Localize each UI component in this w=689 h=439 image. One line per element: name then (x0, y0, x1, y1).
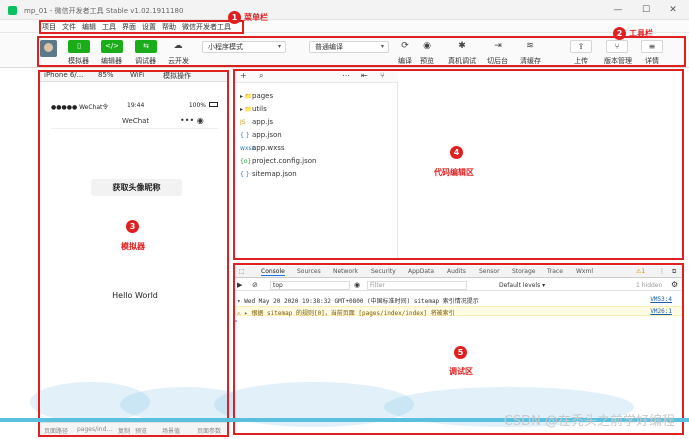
watermark-text: CSDN @在秃头之前学好编程 (503, 414, 675, 429)
menubar-highlight (39, 20, 244, 34)
app-icon (8, 6, 17, 15)
window-title: mp_01 - 微信开发者工具 Stable v1.02.1911180 (24, 7, 184, 15)
simulator-highlight (38, 70, 229, 437)
annotation-badge-5: 5 (454, 346, 467, 359)
annotation-label-1: 菜单栏 (244, 13, 268, 22)
annotation-badge-4: 4 (450, 146, 463, 159)
maximize-icon[interactable]: ☐ (639, 4, 653, 16)
minimize-icon[interactable]: — (611, 4, 625, 16)
editor-highlight (233, 69, 684, 260)
annotation-badge-2: 2 (613, 27, 626, 40)
close-icon[interactable]: ✕ (666, 4, 680, 16)
toolbar-highlight (37, 36, 686, 67)
annotation-label-4: 代码编辑区 (434, 168, 474, 177)
annotation-badge-3: 3 (126, 220, 139, 233)
annotation-label-3: 模拟器 (121, 242, 145, 251)
annotation-badge-1: 1 (228, 11, 241, 24)
annotation-label-2: 工具栏 (629, 29, 653, 38)
window-titlebar: mp_01 - 微信开发者工具 Stable v1.02.1911180 — ☐… (0, 0, 689, 20)
annotation-label-5: 调试区 (449, 367, 473, 376)
